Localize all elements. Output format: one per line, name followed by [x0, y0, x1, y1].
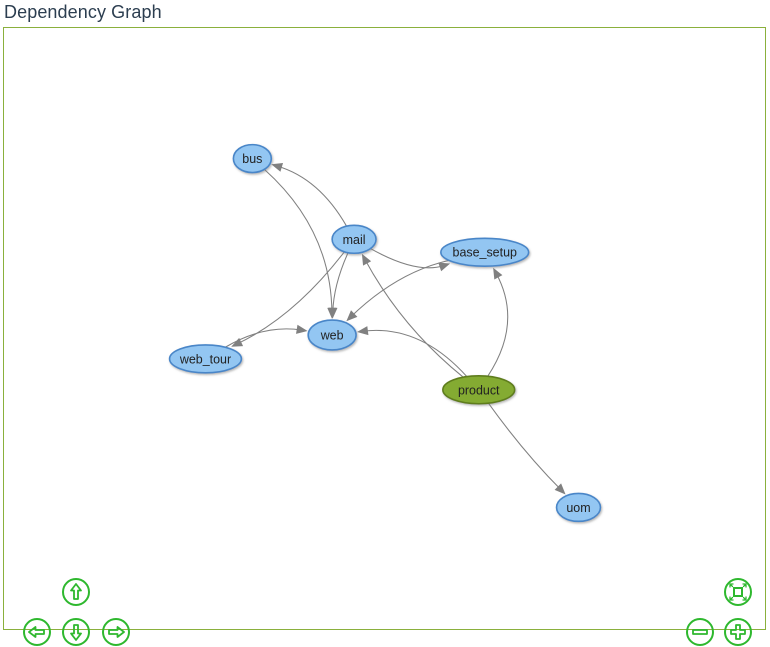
page-title: Dependency Graph [4, 2, 162, 22]
node-layer: bus mail base_setupweb web_tourproduct uom [168, 143, 602, 523]
graph-edge-arrowhead [296, 324, 308, 334]
graph-canvas-frame: bus mail base_setupweb web_tourproduct uom [3, 27, 766, 646]
node-shape[interactable] [168, 344, 243, 374]
node-shape[interactable] [555, 492, 602, 523]
node-shape[interactable] [440, 237, 530, 268]
node-shape[interactable] [331, 224, 377, 255]
graph-node-base_setup[interactable]: base_setup [440, 237, 530, 268]
arrow-up-icon [62, 578, 90, 606]
graph-edge [487, 272, 509, 377]
arrow-down-icon [62, 618, 90, 646]
graph-node-web[interactable]: web [307, 319, 357, 351]
graph-node-product[interactable]: product [442, 375, 516, 405]
arrow-left-icon [23, 618, 51, 646]
arrow-right-icon [102, 618, 130, 646]
graph-edge-arrowhead [356, 326, 369, 336]
minus-icon [686, 618, 714, 646]
pan-up-button[interactable] [61, 577, 91, 607]
pan-down-button[interactable] [61, 617, 91, 647]
pan-right-button[interactable] [101, 617, 131, 647]
graph-node-mail[interactable]: mail [331, 224, 377, 255]
plus-icon [724, 618, 752, 646]
pan-left-button[interactable] [22, 617, 52, 647]
dependency-graph-svg[interactable]: bus mail base_setupweb web_tourproduct uom [4, 28, 765, 629]
graph-node-bus[interactable]: bus [232, 143, 273, 174]
zoom-out-button[interactable] [685, 617, 715, 647]
node-shape[interactable] [307, 319, 357, 351]
graph-node-uom[interactable]: uom [555, 492, 602, 523]
graph-edge-arrowhead [361, 253, 372, 266]
graph-edge [363, 329, 468, 377]
graph-edge [332, 252, 349, 313]
node-shape[interactable] [232, 143, 273, 174]
graph-edge-arrowhead [493, 267, 503, 280]
graph-edge [350, 259, 450, 318]
graph-edge [364, 258, 464, 378]
fit-to-screen-button[interactable] [723, 577, 753, 607]
fit-to-screen-icon [724, 578, 752, 606]
node-shape[interactable] [442, 375, 516, 405]
zoom-in-button[interactable] [723, 617, 753, 647]
graph-edge [264, 168, 333, 313]
graph-edge-arrowhead [271, 162, 284, 172]
edge-layer [224, 162, 566, 495]
graph-edge-arrowhead [438, 262, 451, 272]
graph-edge [276, 165, 348, 227]
graph-edge [487, 402, 562, 491]
graph-node-web_tour[interactable]: web_tour [168, 344, 243, 374]
